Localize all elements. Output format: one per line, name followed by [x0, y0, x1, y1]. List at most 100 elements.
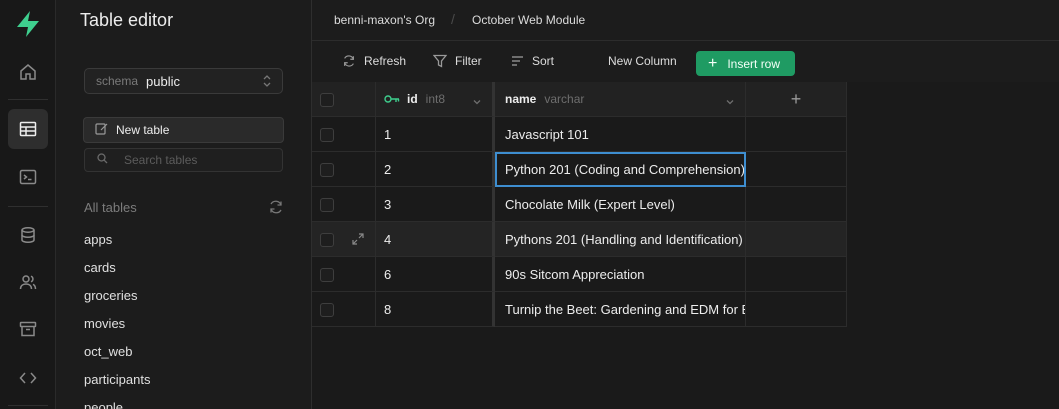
row-select-cell [312, 257, 376, 292]
column-type-name: varchar [544, 92, 585, 106]
cell-name-selected[interactable]: Python 201 (Coding and Comprehension) [495, 152, 746, 187]
plus-icon: + [790, 88, 802, 109]
row-checkbox[interactable] [320, 233, 334, 247]
home-icon[interactable] [8, 52, 48, 92]
table-list-item[interactable]: cards [84, 256, 150, 284]
table-editor-icon[interactable] [8, 109, 48, 149]
row-checkbox[interactable] [320, 198, 334, 212]
chevron-down-icon[interactable] [725, 95, 735, 109]
supabase-logo-icon[interactable] [15, 10, 41, 38]
row-select-cell [312, 152, 376, 187]
empty-cell [746, 187, 847, 222]
icon-rail [0, 0, 56, 409]
plus-icon: + [708, 54, 718, 72]
column-name-name: name [505, 92, 537, 106]
new-table-button[interactable]: New table [83, 117, 284, 143]
filter-label: Filter [455, 54, 482, 68]
insert-row-button[interactable]: + Insert row [696, 51, 795, 76]
data-grid: id int8 name varchar + 1 Javascript 101 [312, 82, 1059, 409]
column-name-id: id [407, 92, 418, 106]
add-column-button[interactable]: + [746, 82, 847, 117]
row-select-cell [312, 222, 376, 257]
search-tables-field[interactable] [84, 148, 283, 172]
cell-id[interactable]: 4 [376, 222, 495, 257]
table-list-item[interactable]: apps [84, 228, 150, 256]
row-select-cell [312, 292, 376, 327]
row-select-cell [312, 187, 376, 222]
breadcrumb: benni-maxon's Org / October Web Module [312, 0, 1059, 41]
cell-id[interactable]: 6 [376, 257, 495, 292]
select-all-checkbox[interactable] [320, 93, 334, 107]
row-checkbox[interactable] [320, 268, 334, 282]
table-list: apps cards groceries movies oct_web part… [84, 228, 150, 409]
sort-label: Sort [532, 54, 555, 68]
table-row[interactable]: 3 Chocolate Milk (Expert Level) [312, 187, 847, 222]
empty-cell [746, 152, 847, 187]
filter-icon [433, 54, 447, 68]
auth-users-icon[interactable] [8, 262, 48, 302]
column-type-id: int8 [425, 92, 446, 106]
sort-button[interactable]: Sort [511, 54, 554, 68]
new-table-label: New table [116, 123, 170, 137]
row-select-cell [312, 117, 376, 152]
table-list-item[interactable]: people [84, 396, 150, 409]
cell-id[interactable]: 3 [376, 187, 495, 222]
refresh-label: Refresh [364, 54, 407, 68]
table-list-item[interactable]: participants [84, 368, 150, 396]
schema-select[interactable]: schema public [84, 68, 283, 94]
cell-id[interactable]: 1 [376, 117, 495, 152]
table-editor-sidebar: Table editor schema public New table All… [56, 0, 312, 409]
search-tables-input[interactable] [124, 153, 274, 167]
cell-name[interactable]: Pythons 201 (Handling and Identification… [495, 222, 746, 257]
empty-cell [746, 222, 847, 257]
row-checkbox[interactable] [320, 163, 334, 177]
empty-cell [746, 257, 847, 292]
empty-cell [746, 117, 847, 152]
refresh-button[interactable]: Refresh [342, 54, 406, 68]
row-checkbox[interactable] [320, 128, 334, 142]
breadcrumb-project[interactable]: October Web Module [472, 13, 585, 27]
breadcrumb-org[interactable]: benni-maxon's Org [334, 13, 435, 27]
table-row[interactable]: 8 Turnip the Beet: Gardening and EDM for… [312, 292, 847, 327]
chevron-down-icon[interactable] [472, 95, 482, 109]
storage-icon[interactable] [8, 309, 48, 349]
new-column-button[interactable]: New Column [608, 54, 677, 68]
grid-toolbar: Refresh Filter Sort New Column + Insert … [312, 41, 1059, 82]
schema-select-label: schema [96, 74, 139, 88]
table-list-item[interactable]: groceries [84, 284, 150, 312]
sort-icon [512, 56, 523, 66]
table-list-item[interactable]: movies [84, 312, 150, 340]
table-row[interactable]: 6 90s Sitcom Appreciation [312, 257, 847, 292]
database-icon[interactable] [8, 215, 48, 255]
cell-name[interactable]: 90s Sitcom Appreciation [495, 257, 746, 292]
schema-select-value: public [146, 73, 180, 89]
cell-name[interactable]: Javascript 101 [495, 117, 746, 152]
api-icon[interactable] [8, 358, 48, 398]
refresh-tables-icon[interactable] [268, 199, 284, 220]
breadcrumb-separator: / [451, 11, 455, 27]
insert-row-label: Insert row [727, 56, 781, 71]
cell-name[interactable]: Chocolate Milk (Expert Level) [495, 187, 746, 222]
column-header-name[interactable]: name varchar [495, 82, 746, 117]
table-row[interactable]: 1 Javascript 101 [312, 117, 847, 152]
grid-header-row: id int8 name varchar + [312, 82, 847, 117]
select-all-cell [312, 82, 376, 117]
new-column-label: New Column [608, 54, 677, 68]
primary-key-icon [384, 94, 400, 104]
row-checkbox[interactable] [320, 303, 334, 317]
filter-button[interactable]: Filter [433, 54, 482, 68]
table-row[interactable]: 4 Pythons 201 (Handling and Identificati… [312, 222, 847, 257]
cell-id[interactable]: 2 [376, 152, 495, 187]
search-icon [97, 153, 108, 167]
cell-name[interactable]: Turnip the Beet: Gardening and EDM for B… [495, 292, 746, 327]
edit-icon [95, 122, 116, 138]
chevron-up-down-icon [262, 73, 272, 92]
sql-editor-icon[interactable] [8, 157, 48, 197]
refresh-icon [344, 55, 354, 67]
table-list-item[interactable]: oct_web [84, 340, 150, 368]
empty-cell [746, 292, 847, 327]
cell-id[interactable]: 8 [376, 292, 495, 327]
expand-row-icon[interactable] [351, 232, 365, 249]
column-header-id[interactable]: id int8 [376, 82, 495, 117]
table-row[interactable]: 2 Python 201 (Coding and Comprehension) [312, 152, 847, 187]
